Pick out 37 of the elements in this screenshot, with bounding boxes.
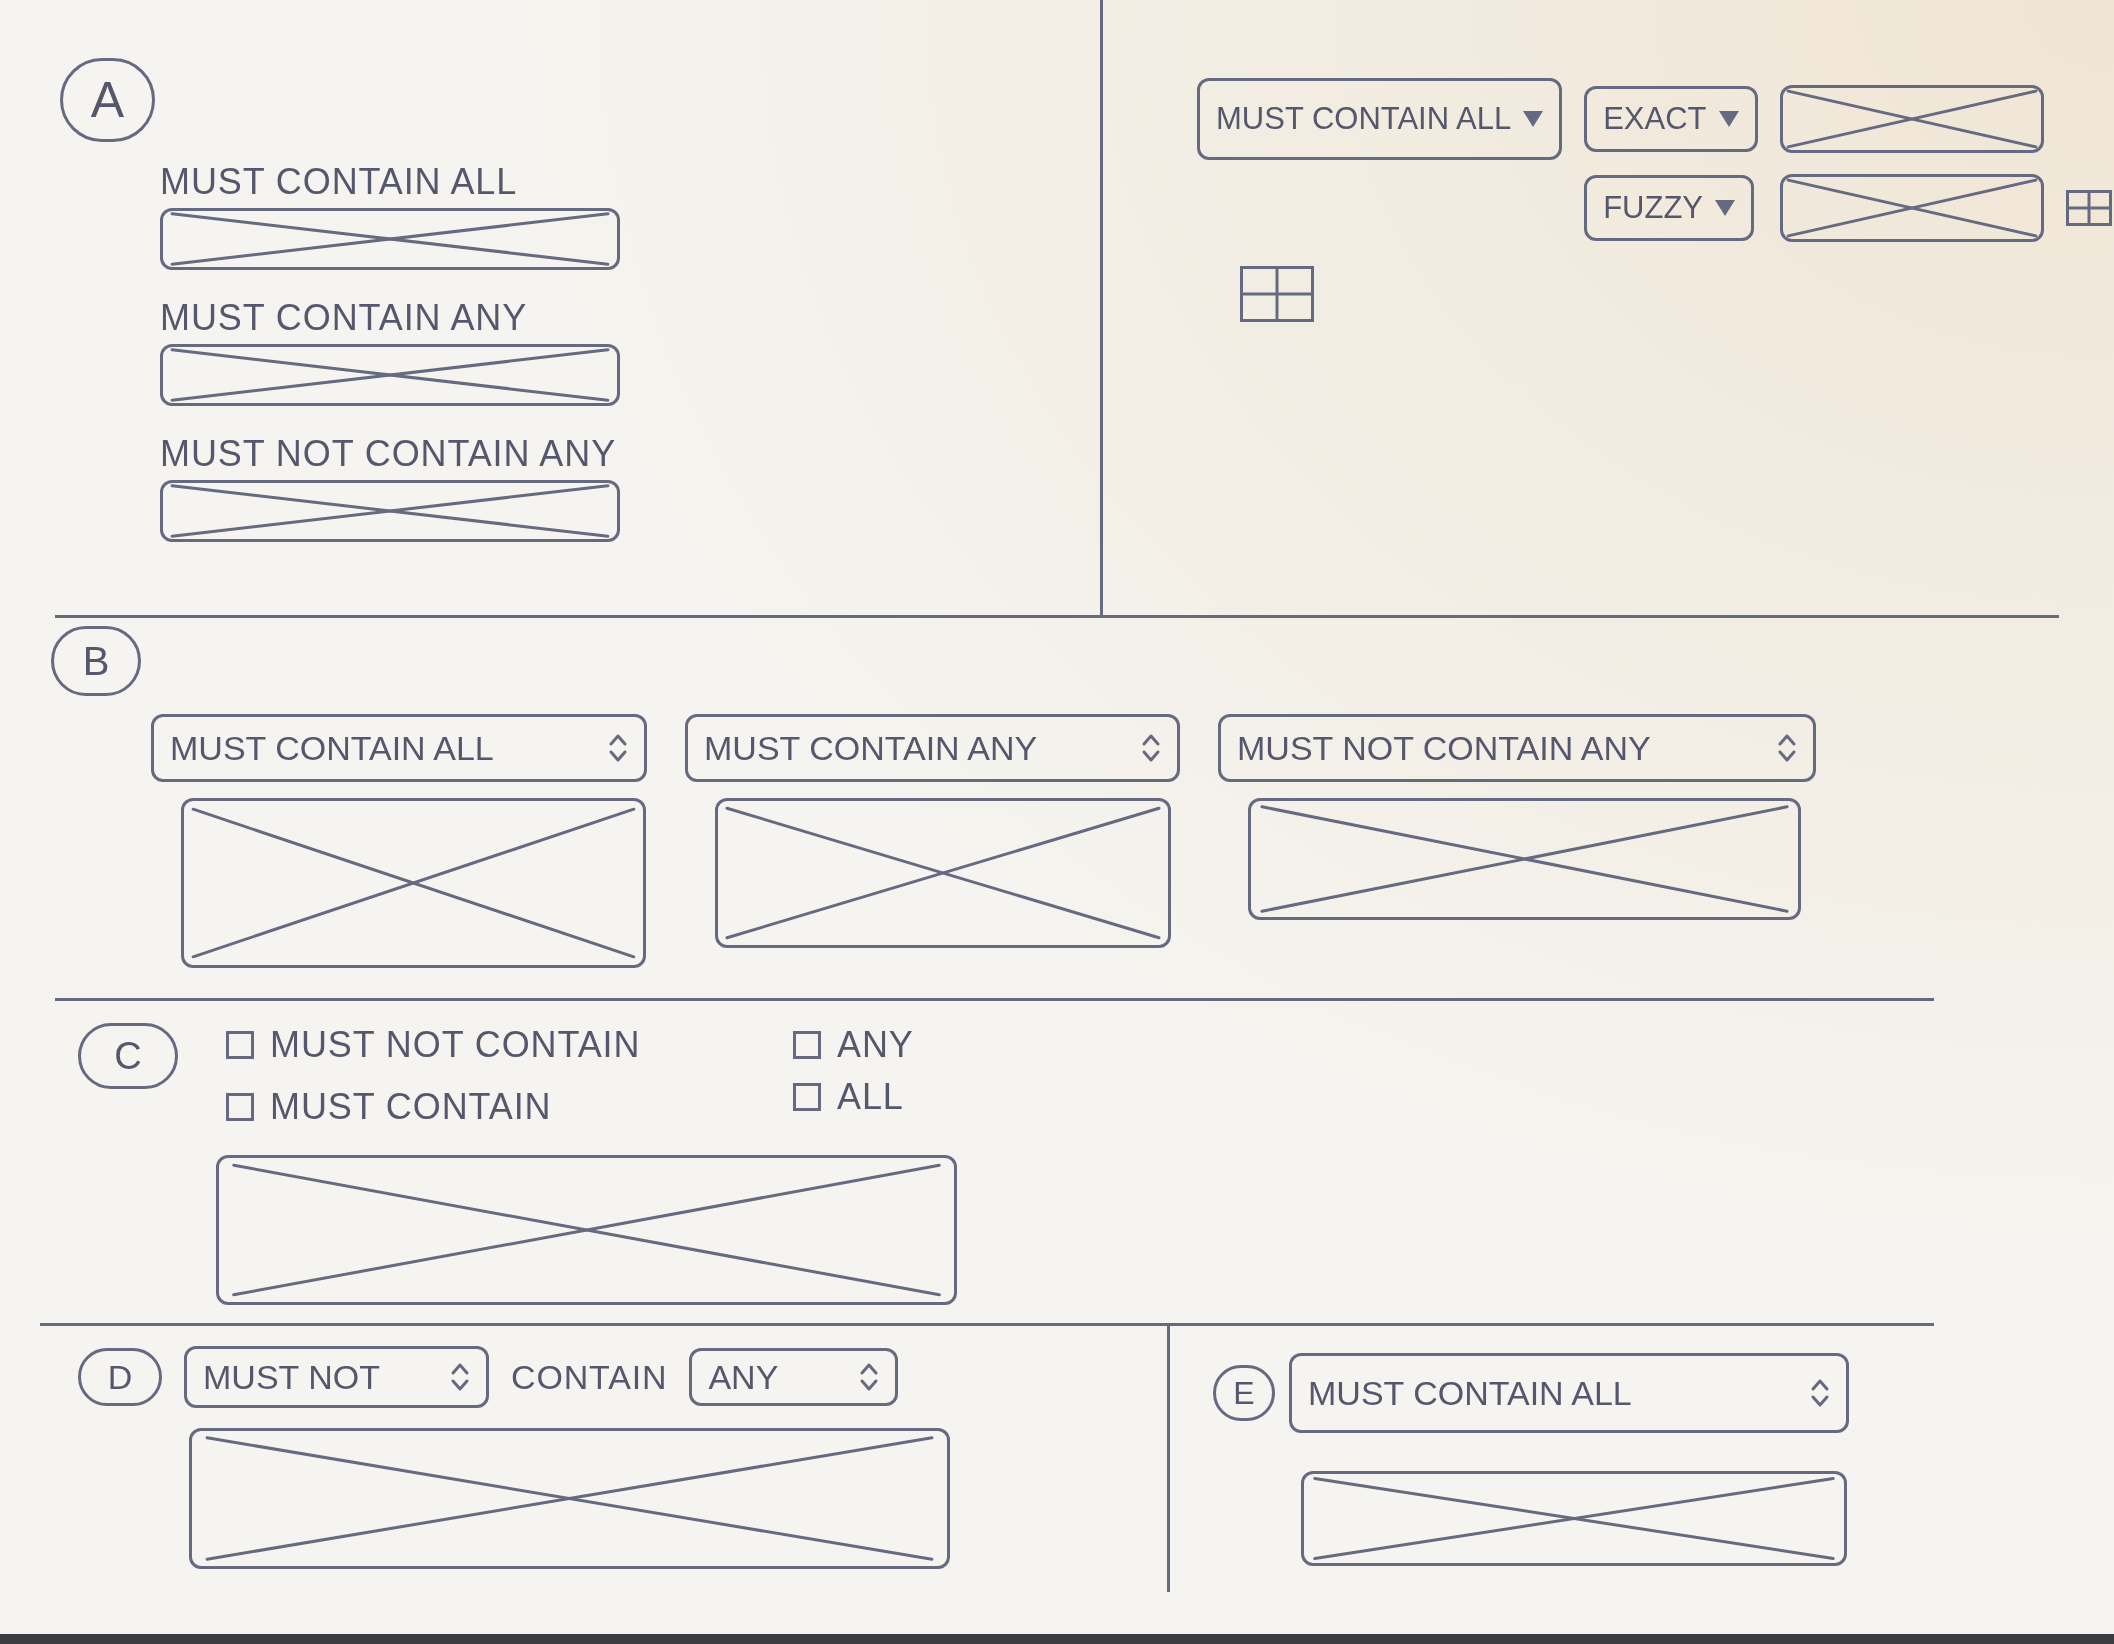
checkbox-label: ANY	[837, 1023, 914, 1067]
checkbox-label: MUST CONTAIN	[270, 1085, 552, 1129]
chevron-up-down-icon	[608, 733, 628, 763]
checkbox[interactable]	[793, 1083, 821, 1111]
dropdown[interactable]: ANY	[689, 1348, 899, 1406]
field-label: MUST CONTAIN ALL	[160, 160, 518, 204]
checkbox-label: MUST NOT CONTAIN	[270, 1023, 641, 1067]
dropdown[interactable]: MUST NOT CONTAIN ANY	[1218, 714, 1816, 782]
caret-down-icon	[1523, 111, 1544, 127]
section-badge: A	[60, 58, 155, 142]
dropdown[interactable]: MUST CONTAIN ALL	[1197, 78, 1563, 160]
checkbox-label: ALL	[837, 1075, 904, 1119]
section-badge: C	[78, 1023, 178, 1089]
chevron-up-down-icon	[1810, 1378, 1830, 1408]
dropdown[interactable]: MUST NOT	[184, 1346, 489, 1408]
chevron-up-down-icon	[859, 1362, 880, 1392]
field-label: MUST CONTAIN ANY	[160, 296, 528, 340]
section-badge: D	[78, 1348, 162, 1406]
caret-down-icon	[1715, 200, 1735, 216]
chevron-up-down-icon	[450, 1362, 470, 1392]
caret-down-icon	[1718, 111, 1739, 127]
checkbox[interactable]	[226, 1031, 254, 1059]
inline-label: CONTAIN	[511, 1356, 668, 1398]
dropdown[interactable]: MUST CONTAIN ALL	[151, 714, 647, 782]
checkbox[interactable]	[226, 1093, 254, 1121]
grid-icon[interactable]	[2065, 190, 2112, 226]
field-label: MUST NOT CONTAIN ANY	[160, 432, 617, 476]
grid-icon[interactable]	[1240, 266, 1314, 322]
section-badge: B	[51, 626, 141, 696]
chevron-up-down-icon	[1141, 733, 1161, 763]
dropdown[interactable]: MUST CONTAIN ALL	[1289, 1353, 1849, 1433]
dropdown[interactable]: FUZZY	[1584, 175, 1754, 241]
dropdown[interactable]: EXACT	[1584, 86, 1758, 152]
section-badge: E	[1213, 1365, 1275, 1421]
checkbox[interactable]	[793, 1031, 821, 1059]
chevron-up-down-icon	[1777, 733, 1797, 763]
dropdown[interactable]: MUST CONTAIN ANY	[685, 714, 1180, 782]
